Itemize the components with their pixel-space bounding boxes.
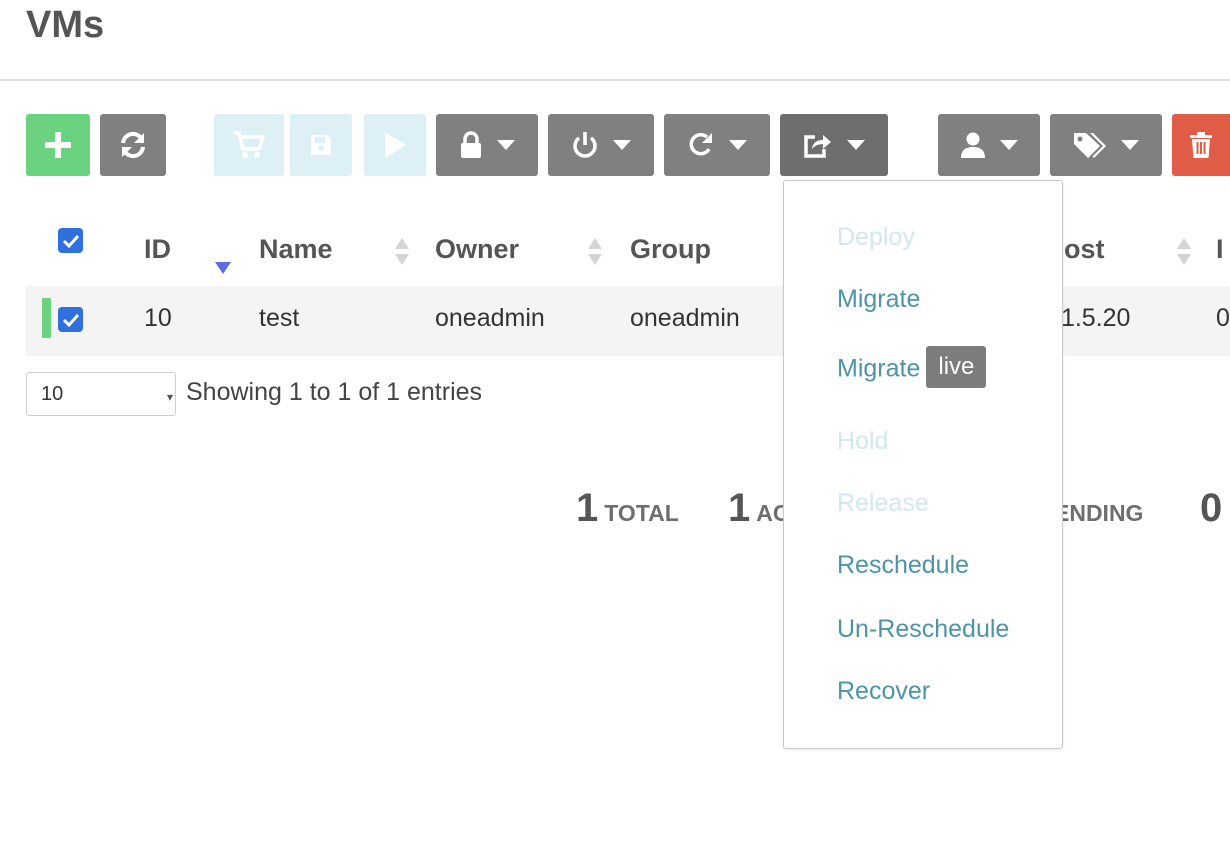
column-header-host[interactable]: ost xyxy=(1064,234,1105,265)
column-header-ip[interactable]: I xyxy=(1216,234,1224,265)
refresh-icon xyxy=(121,131,145,159)
reboot-menu-button[interactable] xyxy=(664,114,770,176)
tags-icon xyxy=(1074,133,1106,158)
menu-item-reschedule[interactable]: Reschedule xyxy=(837,551,969,580)
table-info: Showing 1 to 1 of 1 entries xyxy=(186,378,483,406)
cell-id: 10 xyxy=(144,304,172,332)
stat-label: ENDING xyxy=(1054,500,1144,526)
menu-item-unreschedule[interactable]: Un-Reschedule xyxy=(837,615,1009,644)
sort-desc-icon[interactable] xyxy=(215,252,231,284)
change-owner-menu-button[interactable] xyxy=(938,114,1040,176)
cell-owner: oneadmin xyxy=(435,304,545,332)
page-length-value: 10 xyxy=(41,383,64,405)
stat-failed: 0 xyxy=(1200,486,1228,531)
save-button[interactable] xyxy=(290,114,352,176)
cart-icon xyxy=(234,131,265,158)
user-icon xyxy=(961,132,985,158)
stat-value: 0 xyxy=(1200,486,1223,530)
column-header-id[interactable]: ID xyxy=(144,234,171,265)
select-all-checkbox[interactable] xyxy=(58,228,83,253)
menu-item-migrate[interactable]: Migrate xyxy=(837,285,920,314)
menu-item-label: Migrate xyxy=(837,354,921,383)
power-icon xyxy=(573,132,597,158)
menu-item-release: Release xyxy=(837,489,929,517)
caret-down-icon xyxy=(613,140,631,150)
delete-button[interactable] xyxy=(1172,114,1230,176)
refresh-button[interactable] xyxy=(100,114,166,176)
stat-value: 1 xyxy=(576,486,599,530)
page-length-select[interactable]: 10 ▾ xyxy=(26,372,176,416)
check-icon xyxy=(62,313,79,327)
vm-state-indicator xyxy=(42,298,51,338)
resume-button[interactable] xyxy=(364,114,426,176)
chevron-down-icon: ▾ xyxy=(166,390,173,404)
trash-icon xyxy=(1190,132,1212,158)
title-divider xyxy=(0,79,1230,81)
cell-group: oneadmin xyxy=(630,304,740,332)
check-icon xyxy=(62,234,79,248)
cell-name: test xyxy=(259,304,300,332)
column-header-owner[interactable]: Owner xyxy=(435,234,519,265)
menu-item-recover[interactable]: Recover xyxy=(837,677,930,706)
caret-down-icon xyxy=(729,140,747,150)
column-header-group[interactable]: Group xyxy=(630,234,711,265)
create-button[interactable] xyxy=(26,114,90,176)
page-title: VMs xyxy=(26,4,105,46)
stat-active: 1 AC xyxy=(728,486,789,531)
stat-total: 1 TOTAL xyxy=(576,486,679,531)
instantiate-button[interactable] xyxy=(214,114,284,176)
menu-item-migrate-live[interactable]: Migrate live xyxy=(837,346,987,391)
column-header-name[interactable]: Name xyxy=(259,234,333,265)
row-checkbox[interactable] xyxy=(58,307,83,332)
labels-menu-button[interactable] xyxy=(1050,114,1162,176)
redo-icon xyxy=(689,132,712,156)
sort-both-icon[interactable] xyxy=(587,236,603,268)
cell-ip: 0 xyxy=(1216,304,1230,332)
actions-menu-button[interactable] xyxy=(780,114,888,176)
play-icon xyxy=(385,132,406,158)
save-icon xyxy=(311,135,331,155)
lock-icon xyxy=(461,131,481,158)
plus-icon xyxy=(45,132,71,158)
share-icon xyxy=(804,135,831,158)
stat-value: 1 xyxy=(728,486,751,530)
actions-dropdown-menu: Deploy Migrate Migrate live Hold Release … xyxy=(783,180,1063,749)
sort-both-icon[interactable] xyxy=(394,236,410,268)
caret-down-icon xyxy=(847,140,865,150)
live-badge: live xyxy=(926,346,987,388)
menu-item-hold: Hold xyxy=(837,427,889,455)
caret-down-icon xyxy=(1000,140,1018,150)
cell-host: .1.5.20 xyxy=(1054,304,1131,332)
menu-item-deploy: Deploy xyxy=(837,223,915,251)
stat-label: TOTAL xyxy=(604,500,679,526)
sort-both-icon[interactable] xyxy=(1176,236,1192,268)
caret-down-icon xyxy=(1121,140,1139,150)
caret-down-icon xyxy=(497,140,515,150)
power-menu-button[interactable] xyxy=(548,114,654,176)
lock-menu-button[interactable] xyxy=(436,114,538,176)
